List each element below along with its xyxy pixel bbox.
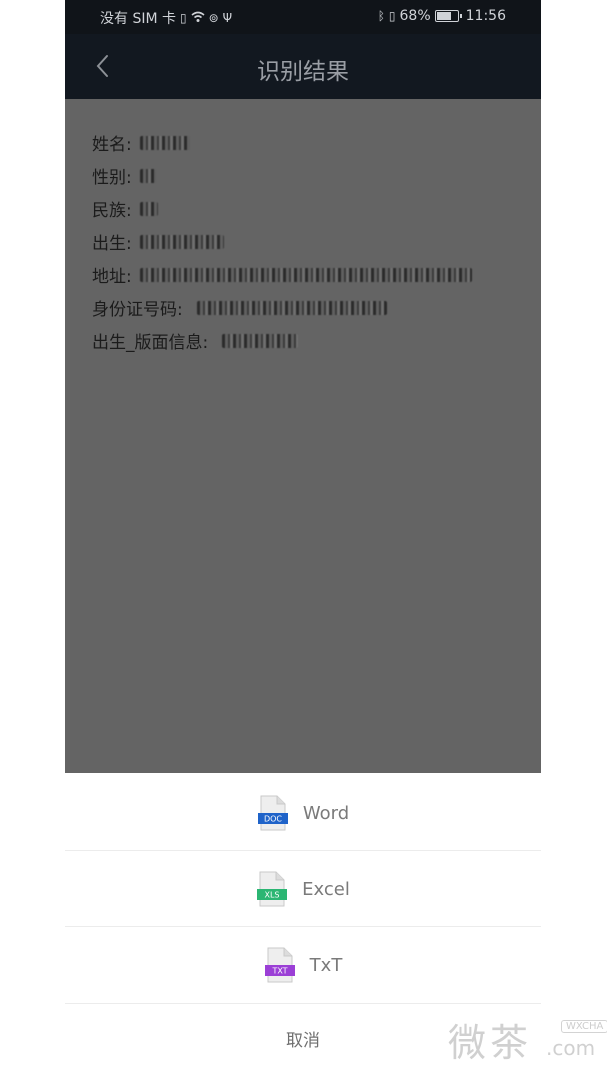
txt-badge: TXT [271,967,287,976]
phone-screen: 姓名: 性别: 民族: 出生: 地址: 身份证号码: 出生_版面信息: 没有 S… [65,0,541,1080]
battery-percent: 68% [399,8,431,24]
bluetooth-icon: ᛒ [377,9,385,23]
redacted-value [196,300,387,315]
page-title: 识别结果 [257,59,349,85]
status-right: ᛒ ▯ 68% 11:56 [378,8,506,24]
watermark: 微茶 WXCHA .com [448,1012,607,1065]
redacted-value [139,234,224,249]
wifi-icon [191,11,205,26]
export-excel-option[interactable]: XLS Excel [65,851,541,927]
xls-file-icon: XLS [256,871,288,907]
txt-file-icon: TXT [264,947,296,983]
field-label: 出生: [92,234,132,254]
sim-card-icon: ▯ [180,11,187,25]
field-label: 身份证号码: [92,300,183,320]
field-label: 性别: [92,168,132,188]
doc-badge: DOC [264,815,282,824]
field-label: 民族: [92,201,132,221]
field-label: 姓名: [92,135,132,155]
watermark-tag: WXCHA [561,1020,607,1033]
export-txt-option[interactable]: TXT TxT [65,927,541,1003]
export-word-option[interactable]: DOC Word [65,775,541,851]
recognition-fields: 姓名: 性别: 民族: 出生: 地址: 身份证号码: 出生_版面信息: [92,126,472,357]
option-label: Excel [302,878,350,900]
field-birth-layout: 出生_版面信息: [92,324,472,357]
field-gender: 性别: [92,159,472,192]
field-address: 地址: [92,258,472,291]
result-content-overlay: 姓名: 性别: 民族: 出生: 地址: 身份证号码: 出生_版面信息: [65,0,541,773]
usb-icon: Ψ [222,11,233,25]
navigation-bar: 识别结果 [65,34,541,99]
watermark-domain: .com [546,1036,596,1060]
watermark-text: 微茶 [448,1021,533,1065]
field-birth: 出生: [92,225,472,258]
xls-badge: XLS [265,891,280,900]
redacted-value [139,201,158,216]
field-id-number: 身份证号码: [92,291,472,324]
redacted-value [139,267,472,282]
field-label: 出生_版面信息: [92,333,209,353]
redacted-value [139,135,190,150]
hotspot-icon: ⊚ [208,11,219,25]
status-bar: 没有 SIM 卡 ▯ ⊚ Ψ ᛒ ▯ 68% 11:56 [65,0,541,34]
clock: 11:56 [465,8,506,24]
option-label: Word [302,802,350,824]
field-ethnicity: 民族: [92,192,472,225]
battery-icon [434,10,462,22]
redacted-value [222,333,299,348]
carrier-text: 没有 SIM 卡 [100,11,176,27]
field-name: 姓名: [92,126,472,159]
field-label: 地址: [92,267,132,287]
divider [65,1003,541,1004]
option-label: TxT [309,954,343,976]
redacted-value [139,168,156,183]
status-left: 没有 SIM 卡 ▯ ⊚ Ψ [100,8,232,28]
doc-file-icon: DOC [257,795,289,831]
vibrate-icon: ▯ [388,9,396,23]
